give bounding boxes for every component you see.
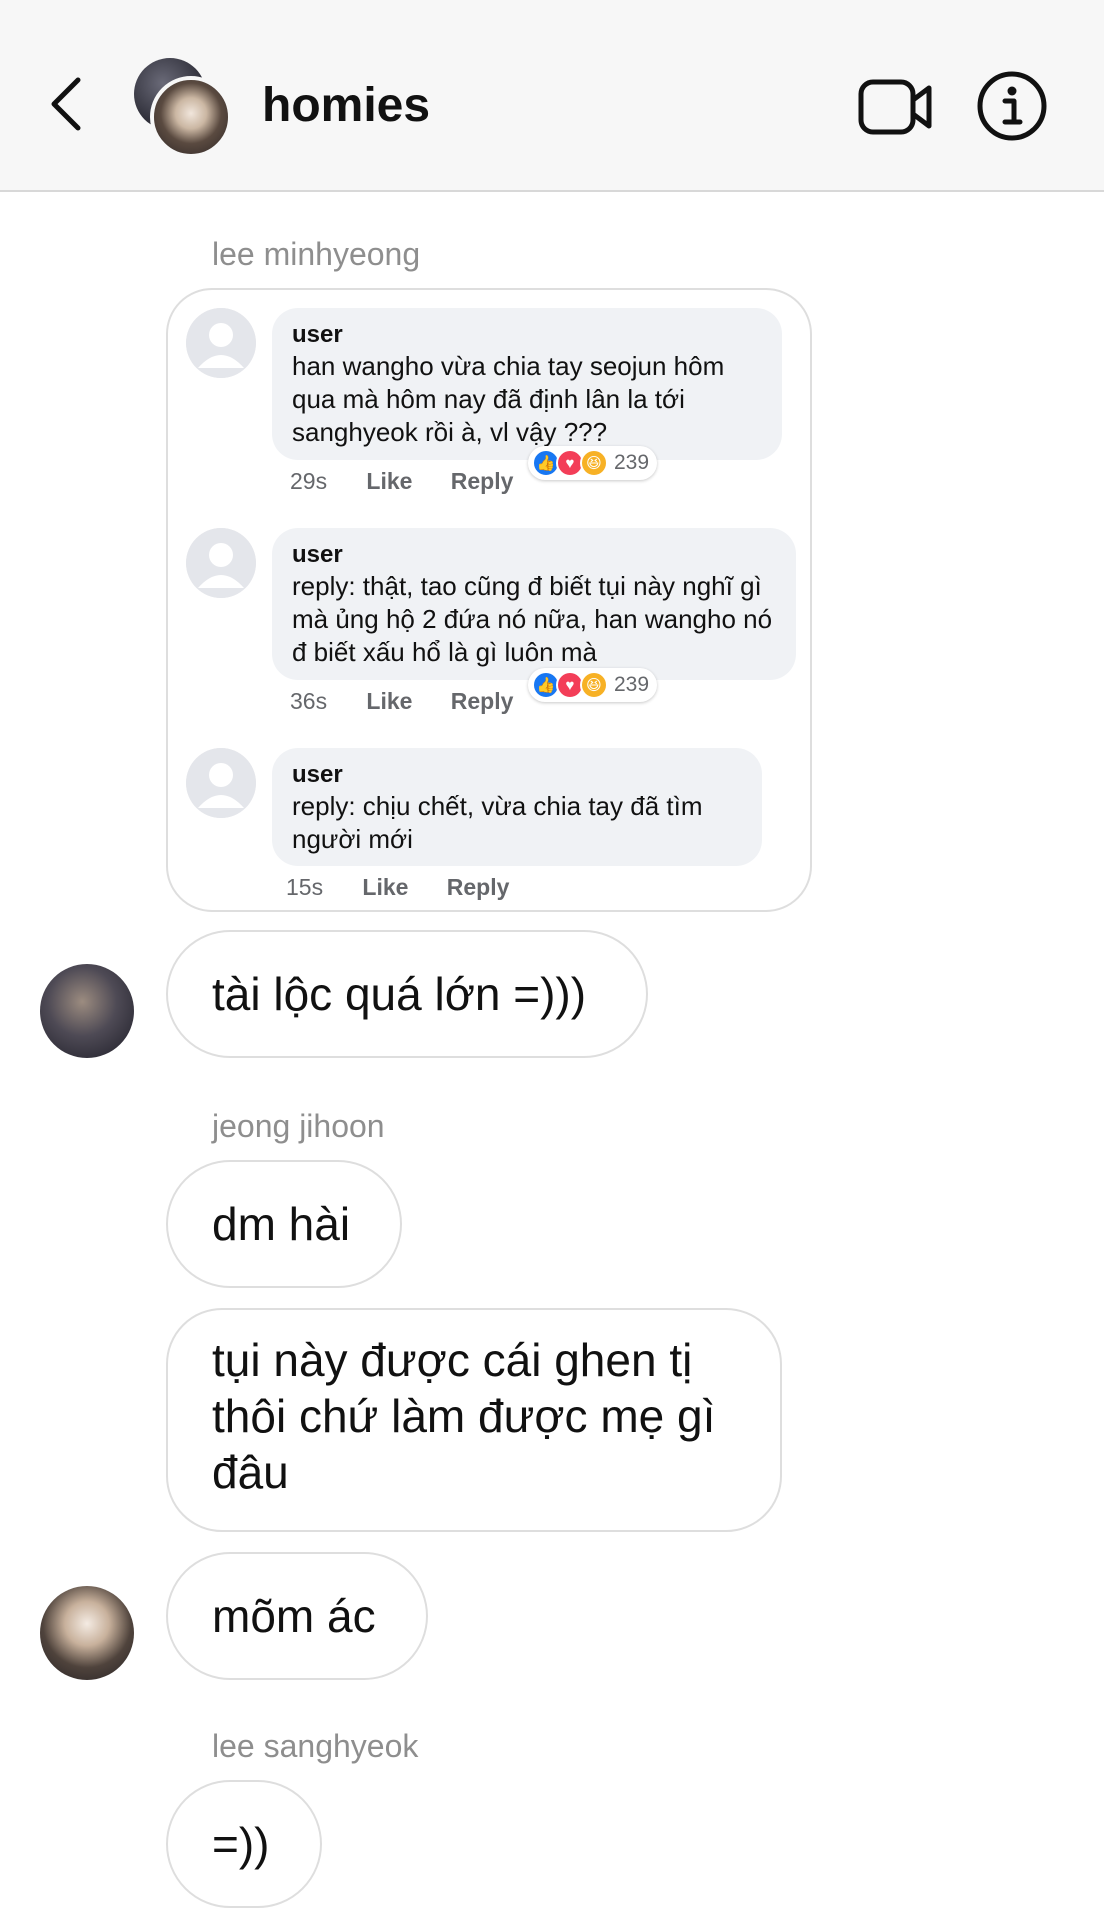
comment-actions: 29s Like Reply [290, 468, 513, 495]
reply-link[interactable]: Reply [451, 468, 514, 495]
member-avatar [150, 76, 232, 158]
comment-actions: 36s Like Reply [290, 688, 513, 715]
message-bubble[interactable]: tụi này được cái ghen tị thôi chứ làm đư… [166, 1308, 782, 1532]
comment-text: han wangho vừa chia tay seojun hôm qua m… [292, 351, 725, 447]
message-bubble[interactable]: dm hài [166, 1160, 402, 1288]
comment-text: reply: thật, tao cũng đ biết tụi này ngh… [292, 571, 773, 667]
like-link[interactable]: Like [366, 688, 444, 715]
like-link[interactable]: Like [362, 874, 440, 901]
comment-bubble: user reply: thật, tao cũng đ biết tụi nà… [272, 528, 796, 680]
sender-avatar[interactable] [40, 964, 134, 1058]
user-avatar-icon [186, 308, 256, 378]
comment-time: 15s [286, 874, 324, 900]
back-button[interactable] [44, 74, 90, 134]
video-call-button[interactable] [858, 78, 932, 136]
reaction-summary[interactable]: 👍 ♥ 😆 239 [528, 668, 658, 702]
comment-actions: 15s Like Reply [286, 874, 509, 901]
chat-header: homies [0, 0, 1104, 192]
user-avatar-icon [186, 528, 256, 598]
message-bubble[interactable]: =)) [166, 1780, 322, 1908]
sender-name: jeong jihoon [212, 1108, 385, 1144]
reply-link[interactable]: Reply [447, 874, 510, 901]
comment-bubble: user reply: chịu chết, vừa chia tay đã t… [272, 748, 762, 866]
message-bubble[interactable]: tài lộc quá lớn =))) [166, 930, 648, 1058]
comment-username: user [292, 761, 343, 788]
shared-image-message[interactable]: user han wangho vừa chia tay seojun hôm … [166, 288, 812, 912]
chevron-left-icon [51, 77, 81, 131]
comment-bubble: user han wangho vừa chia tay seojun hôm … [272, 308, 782, 460]
group-avatar[interactable] [134, 58, 234, 158]
sender-name: lee sanghyeok [212, 1728, 419, 1764]
sender-name: lee minhyeong [212, 236, 421, 272]
message-bubble[interactable]: mõm ác [166, 1552, 428, 1680]
video-camera-icon [858, 79, 932, 135]
reply-link[interactable]: Reply [451, 688, 514, 715]
chat-title[interactable]: homies [262, 78, 430, 133]
comment-username: user [292, 321, 343, 348]
comment-username: user [292, 541, 343, 568]
sender-avatar[interactable] [40, 1586, 134, 1680]
laugh-emoji-icon: 😆 [580, 671, 608, 699]
reaction-count: 239 [614, 451, 650, 474]
reaction-count: 239 [614, 673, 650, 696]
comment-time: 36s [290, 688, 328, 714]
laugh-emoji-icon: 😆 [580, 449, 608, 477]
info-button[interactable] [976, 70, 1048, 142]
info-icon [977, 71, 1047, 141]
reaction-summary[interactable]: 👍 ♥ 😆 239 [528, 446, 658, 480]
comment-text: reply: chịu chết, vừa chia tay đã tìm ng… [292, 791, 703, 854]
comment-time: 29s [290, 468, 328, 494]
like-link[interactable]: Like [366, 468, 444, 495]
user-avatar-icon [186, 748, 256, 818]
